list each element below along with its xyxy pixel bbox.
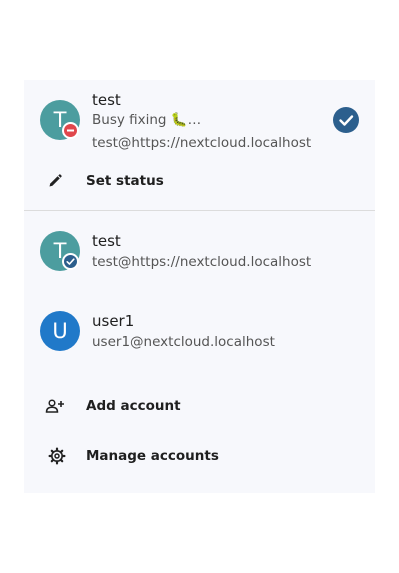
add-account-button[interactable]: Add account	[24, 390, 375, 422]
account-switcher-dialog: T test Busy fixing 🐛… test@https://nextc…	[24, 80, 375, 493]
divider	[24, 210, 375, 211]
add-person-icon	[45, 399, 64, 413]
current-account-address: test@https://nextcloud.localhost	[92, 135, 312, 151]
account-address: test@https://nextcloud.localhost	[92, 254, 312, 270]
current-account-name: test	[92, 91, 121, 109]
account-address: user1@nextcloud.localhost	[92, 334, 275, 350]
check-circle-icon	[333, 107, 359, 133]
manage-accounts-button[interactable]: Manage accounts	[24, 440, 375, 472]
set-status-button[interactable]: Set status	[24, 166, 375, 196]
gear-icon	[48, 447, 66, 465]
account-name: test	[92, 232, 121, 250]
current-account-status-message: Busy fixing 🐛…	[92, 112, 202, 128]
check-badge-icon	[62, 253, 79, 270]
pencil-icon	[49, 174, 62, 187]
do-not-disturb-icon	[62, 122, 79, 139]
add-account-label: Add account	[86, 398, 181, 414]
avatar-letter: U	[52, 319, 68, 343]
account-item-user1[interactable]: U user1 user1@nextcloud.localhost	[24, 300, 375, 360]
manage-accounts-label: Manage accounts	[86, 448, 219, 464]
account-item-test[interactable]: T test test@https://nextcloud.localhost	[24, 220, 375, 280]
set-status-label: Set status	[86, 173, 164, 189]
account-avatar: U	[40, 311, 80, 351]
account-name: user1	[92, 312, 135, 330]
